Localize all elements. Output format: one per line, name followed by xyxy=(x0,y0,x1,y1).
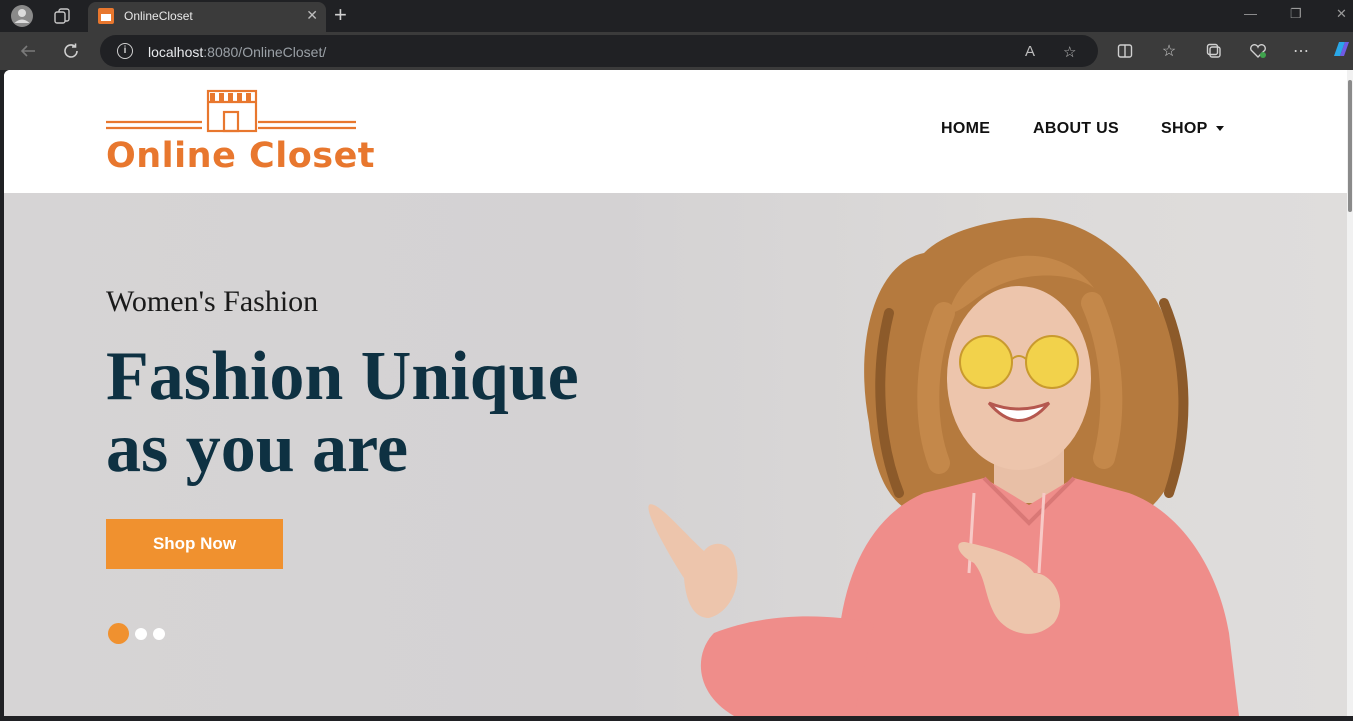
nav-home[interactable]: HOME xyxy=(941,120,990,138)
copilot-icon[interactable] xyxy=(1330,38,1352,60)
read-aloud-icon[interactable]: A xyxy=(1025,43,1035,60)
tab-title: OnlineCloset xyxy=(124,9,193,23)
new-tab-icon[interactable]: + xyxy=(334,3,347,27)
browser-tab[interactable]: OnlineCloset ✕ xyxy=(88,2,326,32)
address-bar[interactable]: i localhost:8080/OnlineCloset/ A ☆ xyxy=(100,35,1098,67)
hero-carousel: Women's Fashion Fashion Unique as you ar… xyxy=(4,193,1347,716)
nav-about-us[interactable]: ABOUT US xyxy=(1033,120,1119,138)
favorite-star-icon[interactable]: ☆ xyxy=(1063,43,1076,61)
site-favicon-icon xyxy=(98,8,114,24)
url-path: :8080/OnlineCloset/ xyxy=(203,44,327,60)
url-host: localhost xyxy=(148,44,204,60)
hero-headline-line-1: Fashion Unique xyxy=(106,338,579,415)
reload-icon[interactable] xyxy=(60,40,82,62)
page-scrollbar[interactable] xyxy=(1347,70,1353,716)
shop-now-button[interactable]: Shop Now xyxy=(106,519,283,569)
more-menu-icon[interactable]: ⋯ xyxy=(1290,40,1312,62)
restore-icon[interactable]: ❐ xyxy=(1290,6,1302,22)
browser-essentials-icon[interactable] xyxy=(1247,40,1269,62)
web-page: Online Closet HOME ABOUT US SHOP Women's… xyxy=(4,70,1347,716)
minimize-icon[interactable]: — xyxy=(1244,6,1257,21)
split-screen-icon[interactable] xyxy=(1114,40,1136,62)
site-logo[interactable]: Online Closet xyxy=(106,88,375,176)
workspaces-icon[interactable] xyxy=(50,4,74,28)
site-info-icon[interactable]: i xyxy=(117,43,133,59)
scrollbar-thumb[interactable] xyxy=(1348,80,1352,212)
hero-headline-line-2: as you are xyxy=(106,410,409,487)
nav-shop-label: SHOP xyxy=(1161,120,1208,137)
logo-wordmark: Online Closet xyxy=(106,136,376,176)
carousel-dot-1[interactable] xyxy=(108,623,129,644)
hero-headline: Fashion Unique as you are xyxy=(106,341,646,485)
carousel-dot-2[interactable] xyxy=(135,628,147,640)
profile-avatar-icon[interactable] xyxy=(10,4,34,28)
url-text: localhost:8080/OnlineCloset/ xyxy=(148,44,326,60)
nav-shop[interactable]: SHOP xyxy=(1161,120,1224,138)
collections-icon[interactable] xyxy=(1203,40,1225,62)
hero-eyebrow: Women's Fashion xyxy=(106,285,319,318)
browser-titlebar: OnlineCloset ✕ + — ❐ ✕ xyxy=(0,0,1353,32)
hero-model-image xyxy=(648,217,1239,716)
storefront-icon xyxy=(106,89,356,133)
carousel-dot-3[interactable] xyxy=(153,628,165,640)
close-window-icon[interactable]: ✕ xyxy=(1336,6,1347,22)
tab-close-icon[interactable]: ✕ xyxy=(306,7,318,24)
back-icon[interactable] xyxy=(17,40,39,62)
site-header: Online Closet HOME ABOUT US SHOP xyxy=(4,70,1347,193)
favorites-icon[interactable]: ☆ xyxy=(1158,40,1180,62)
browser-toolbar: i localhost:8080/OnlineCloset/ A ☆ ☆ ⋯ xyxy=(0,32,1353,70)
caret-down-icon xyxy=(1215,126,1224,132)
